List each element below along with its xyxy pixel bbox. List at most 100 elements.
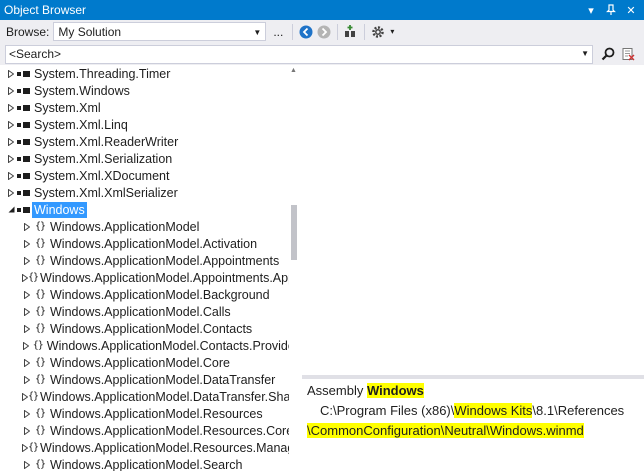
tree-item[interactable]: {} Windows.ApplicationModel.Activation xyxy=(0,235,299,252)
toolbar-separator xyxy=(292,23,294,40)
tree-item-label: System.Xml.Linq xyxy=(34,117,128,132)
tree-item-label: Windows.ApplicationModel.DataTransfer xyxy=(50,372,276,387)
scrollbar-thumb[interactable] xyxy=(291,205,297,260)
assembly-line: Assembly Windows xyxy=(307,381,644,401)
toolbar-separator xyxy=(364,23,366,40)
tree-item[interactable]: {} Windows.ApplicationModel.Resources.Cor… xyxy=(0,422,299,439)
tree-item[interactable]: System.Xml.XDocument xyxy=(0,167,299,184)
tree-item[interactable]: System.Xml.Linq xyxy=(0,116,299,133)
tree-item[interactable]: {} Windows.ApplicationModel.DataTransfer xyxy=(0,371,299,388)
path-mid: \8.1\References xyxy=(532,403,625,418)
tree-vertical-scrollbar[interactable]: ▲ xyxy=(289,65,300,471)
collapsed-triangle-icon[interactable] xyxy=(22,460,32,469)
tree-item-label: Windows.ApplicationModel.Contacts.Provid… xyxy=(46,338,299,353)
window-position-dropdown-icon[interactable]: ▾ xyxy=(584,3,598,17)
namespace-icon: {} xyxy=(28,391,39,402)
search-icon[interactable] xyxy=(599,45,617,63)
add-reference-icon[interactable] xyxy=(342,23,360,41)
collapsed-triangle-icon[interactable] xyxy=(22,426,32,435)
browse-label: Browse: xyxy=(6,24,50,39)
path-neutral: Neutral xyxy=(444,423,487,438)
assembly-icon xyxy=(16,172,32,180)
namespace-icon: {} xyxy=(34,374,46,385)
tree-item[interactable]: System.Xml.XmlSerializer xyxy=(0,184,299,201)
gear-icon[interactable] xyxy=(369,23,387,41)
back-arrow-icon[interactable] xyxy=(297,23,315,41)
tree-item-label: System.Threading.Timer xyxy=(34,66,171,81)
tree-item[interactable]: Windows xyxy=(0,201,299,218)
assembly-icon xyxy=(16,189,32,197)
tree-item-label: Windows.ApplicationModel.Resources.Core xyxy=(50,423,294,438)
collapsed-triangle-icon[interactable] xyxy=(22,222,32,231)
assembly-name[interactable]: Windows xyxy=(366,383,424,398)
tree-item[interactable]: System.Xml.Serialization xyxy=(0,150,299,167)
edit-custom-component-set-button[interactable]: ... xyxy=(268,25,288,39)
collapsed-triangle-icon[interactable] xyxy=(6,69,16,78)
collapsed-triangle-icon[interactable] xyxy=(22,239,32,248)
browse-scope-select[interactable]: My Solution ▼ xyxy=(53,22,267,41)
tree-item[interactable]: {} Windows.ApplicationModel.Appointments.… xyxy=(0,269,299,286)
tree-item-label: Windows.ApplicationModel xyxy=(50,219,200,234)
members-pane[interactable] xyxy=(302,65,644,375)
namespace-icon: {} xyxy=(28,442,39,453)
tree-item[interactable]: {} Windows.ApplicationModel.Appointments xyxy=(0,252,299,269)
tree-item-label: System.Xml.ReaderWriter xyxy=(34,134,179,149)
scroll-up-arrow-icon[interactable]: ▲ xyxy=(290,67,297,74)
tree-item-label: Windows.ApplicationModel.Core xyxy=(50,355,230,370)
assembly-path-line-1: C:\Program Files (x86)\Windows Kits\8.1\… xyxy=(307,401,644,421)
assembly-icon xyxy=(16,206,32,214)
tree-item[interactable]: {} Windows.ApplicationModel.DataTransfer.… xyxy=(0,388,299,405)
collapsed-triangle-icon[interactable] xyxy=(6,137,16,146)
collapsed-triangle-icon[interactable] xyxy=(6,86,16,95)
tree-item-label: Windows.ApplicationModel.Appointments xyxy=(50,253,280,268)
settings-dropdown-icon[interactable]: ▾ xyxy=(387,23,397,41)
tree-item[interactable]: {} Windows.ApplicationModel.Calls xyxy=(0,303,299,320)
collapsed-triangle-icon[interactable] xyxy=(6,188,16,197)
tree-item[interactable]: {} Windows.ApplicationModel.Contacts.Prov… xyxy=(0,337,299,354)
search-input[interactable] xyxy=(6,45,566,63)
assembly-icon xyxy=(16,155,32,163)
assembly-icon xyxy=(16,87,32,95)
collapsed-triangle-icon[interactable] xyxy=(22,324,32,333)
collapsed-triangle-icon[interactable] xyxy=(22,256,32,265)
clear-search-icon[interactable] xyxy=(619,45,637,63)
chevron-down-icon[interactable]: ▼ xyxy=(581,49,589,58)
collapsed-triangle-icon[interactable] xyxy=(22,341,31,350)
collapsed-triangle-icon[interactable] xyxy=(6,120,16,129)
tree-item[interactable]: System.Xml xyxy=(0,99,299,116)
collapsed-triangle-icon[interactable] xyxy=(22,409,32,418)
tree-item[interactable]: {} Windows.ApplicationModel.Core xyxy=(0,354,299,371)
collapsed-triangle-icon[interactable] xyxy=(6,103,16,112)
collapsed-triangle-icon[interactable] xyxy=(22,290,32,299)
tree-item[interactable]: {} Windows.ApplicationModel.Search xyxy=(0,456,299,471)
collapsed-triangle-icon[interactable] xyxy=(22,307,32,316)
namespace-icon: {} xyxy=(34,306,46,317)
tree-item[interactable]: System.Xml.ReaderWriter xyxy=(0,133,299,150)
collapsed-triangle-icon[interactable] xyxy=(22,375,32,384)
collapsed-triangle-icon[interactable] xyxy=(22,358,32,367)
tree-item[interactable]: {} Windows.ApplicationModel.Contacts xyxy=(0,320,299,337)
browse-scope-value: My Solution xyxy=(58,24,122,39)
collapsed-triangle-icon[interactable] xyxy=(6,154,16,163)
tree-item[interactable]: {} Windows.ApplicationModel.Resources.Man… xyxy=(0,439,299,456)
chevron-down-icon[interactable]: ▼ xyxy=(251,25,263,39)
namespace-icon: {} xyxy=(34,408,46,419)
tree-item[interactable]: System.Threading.Timer xyxy=(0,65,299,82)
tree-item[interactable]: System.Windows xyxy=(0,82,299,99)
expanded-triangle-icon[interactable] xyxy=(6,206,16,213)
tree-item[interactable]: {} Windows.ApplicationModel xyxy=(0,218,299,235)
close-icon[interactable]: ✕ xyxy=(624,3,638,17)
assembly-path-line-2: \CommonConfiguration\Neutral\Windows.win… xyxy=(307,421,644,441)
search-field[interactable]: ▼ xyxy=(5,44,593,64)
tree-item-label: Windows.ApplicationModel.Background xyxy=(50,287,270,302)
path-windows-kits: Windows Kits xyxy=(454,403,533,418)
objects-tree[interactable]: System.Threading.Timer System.Windows Syst… xyxy=(0,65,300,471)
window-title: Object Browser xyxy=(4,3,87,17)
collapsed-triangle-icon[interactable] xyxy=(6,171,16,180)
forward-arrow-icon[interactable] xyxy=(315,23,333,41)
tree-item[interactable]: {} Windows.ApplicationModel.Resources xyxy=(0,405,299,422)
toolbar: Browse: My Solution ▼ ... ▾ xyxy=(0,20,644,43)
pin-icon[interactable] xyxy=(604,3,618,17)
tree-item[interactable]: {} Windows.ApplicationModel.Background xyxy=(0,286,299,303)
namespace-icon: {} xyxy=(34,357,46,368)
